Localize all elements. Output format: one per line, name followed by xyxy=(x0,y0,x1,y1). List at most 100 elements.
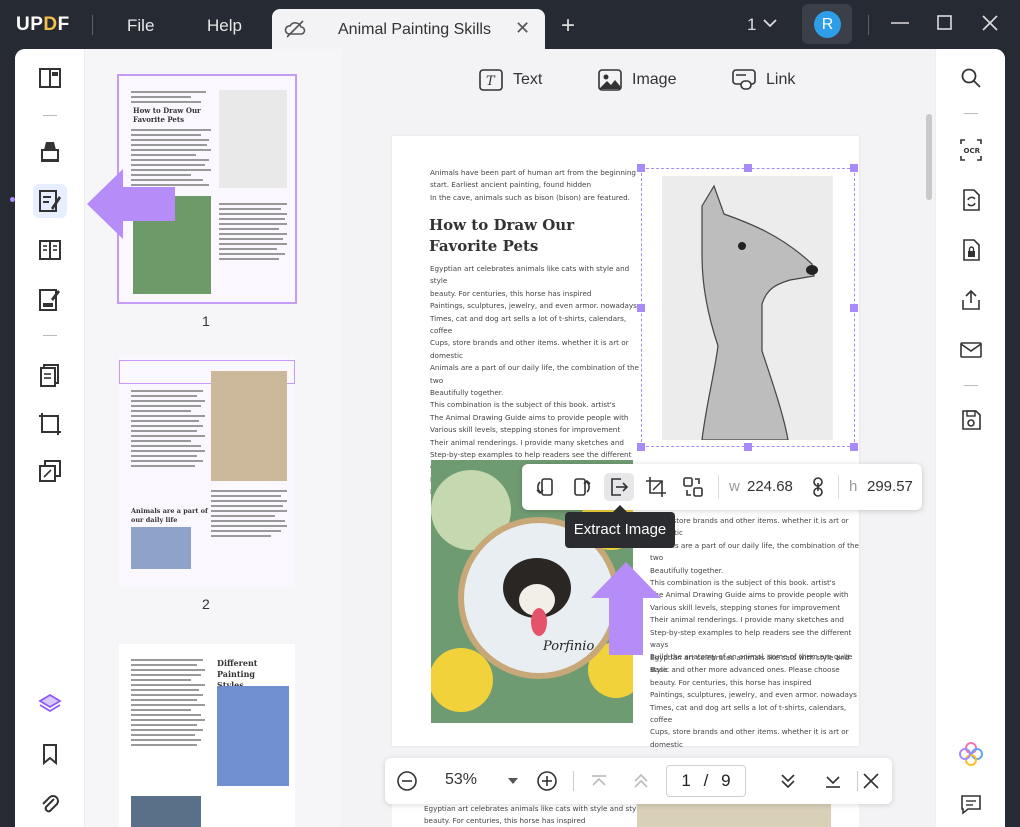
ai-assistant-button[interactable] xyxy=(958,741,984,767)
resize-handle[interactable] xyxy=(637,443,645,451)
edit-pdf-button[interactable] xyxy=(33,184,67,218)
crop-icon xyxy=(39,413,61,435)
current-page: 1 xyxy=(681,771,691,790)
add-text-tool[interactable]: T Text xyxy=(479,69,542,91)
account-button[interactable]: R xyxy=(802,4,852,44)
close-tab-icon[interactable]: ✕ xyxy=(515,18,530,39)
rotate-right-icon xyxy=(574,478,591,496)
search-button[interactable] xyxy=(958,65,984,91)
rotate-right-button[interactable] xyxy=(567,473,597,501)
new-tab-button[interactable]: + xyxy=(561,12,575,40)
lock-aspect-button[interactable] xyxy=(803,473,833,501)
maximize-icon[interactable] xyxy=(936,12,954,41)
save-button[interactable] xyxy=(958,407,984,433)
page-heading[interactable]: How to Draw Our Favorite Pets xyxy=(429,215,629,257)
chevron-down-icon[interactable] xyxy=(762,14,778,37)
dog-sketch-image[interactable] xyxy=(662,176,833,441)
resize-handle[interactable] xyxy=(637,304,645,312)
reader-mode-button[interactable] xyxy=(33,61,67,95)
highlighter-icon xyxy=(41,142,59,162)
resize-handle[interactable] xyxy=(637,164,645,172)
add-link-tool[interactable]: Link xyxy=(732,69,795,91)
layers-button[interactable] xyxy=(33,687,67,721)
page-body-text-3[interactable]: Egyptian art celebrates animals like cat… xyxy=(650,652,860,751)
attachment-button[interactable] xyxy=(33,787,67,821)
resize-handle[interactable] xyxy=(850,304,858,312)
link-tool-label: Link xyxy=(766,71,796,88)
zoom-in-button[interactable] xyxy=(535,769,559,793)
replace-image-button[interactable] xyxy=(678,473,708,501)
divider xyxy=(857,771,858,791)
ocr-button[interactable]: OCR xyxy=(958,137,984,163)
convert-button[interactable] xyxy=(33,358,67,392)
cloud-off-icon xyxy=(284,19,306,44)
first-page-button[interactable] xyxy=(587,769,611,793)
extract-icon xyxy=(611,478,629,496)
resize-handle[interactable] xyxy=(744,443,752,451)
next-page-text[interactable]: Egyptian art celebrates animals like cat… xyxy=(424,803,644,827)
resize-handle[interactable] xyxy=(850,164,858,172)
resize-handle[interactable] xyxy=(850,443,858,451)
crop-image-button[interactable] xyxy=(641,473,671,501)
close-navigation-button[interactable] xyxy=(859,769,883,793)
page-thumbnail-3[interactable]: Different Painting Styles xyxy=(119,644,295,827)
organize-pages-button[interactable] xyxy=(33,233,67,267)
convert-pdf-button[interactable] xyxy=(958,187,984,213)
divider xyxy=(838,475,839,499)
share-icon xyxy=(962,289,980,310)
extract-image-button[interactable] xyxy=(604,473,634,501)
menu-help[interactable]: Help xyxy=(207,16,242,36)
next-page-button[interactable] xyxy=(776,769,800,793)
arrow-left-icon xyxy=(87,169,175,239)
svg-text:OCR: OCR xyxy=(964,147,981,155)
page-tools-button[interactable] xyxy=(33,454,67,488)
vertical-scrollbar[interactable] xyxy=(926,114,932,200)
fill-sign-button[interactable] xyxy=(33,283,67,317)
zoom-out-button[interactable] xyxy=(395,769,419,793)
ai-flower-icon xyxy=(959,742,983,766)
close-window-icon[interactable] xyxy=(980,12,1000,41)
add-image-tool[interactable]: Image xyxy=(598,69,676,91)
bookmark-button[interactable] xyxy=(33,737,67,771)
thumbnail-panel: How to Draw Our Favorite Pets 1 Animals … xyxy=(85,49,341,827)
comments-panel-button[interactable] xyxy=(958,791,984,817)
crop-button[interactable] xyxy=(33,407,67,441)
rotate-left-button[interactable] xyxy=(530,473,560,501)
comment-button[interactable] xyxy=(33,134,67,168)
window-count[interactable]: 1 xyxy=(747,15,756,35)
edit-document-icon xyxy=(39,190,61,212)
form-icon xyxy=(39,289,60,311)
copy-pages-icon xyxy=(39,460,61,482)
right-toolbar: OCR xyxy=(935,49,1005,827)
width-input[interactable]: 224.68 xyxy=(747,478,793,495)
updf-logo[interactable]: UPDF xyxy=(16,14,70,36)
zoom-dropdown[interactable] xyxy=(501,769,525,793)
thumb-watercolor-image xyxy=(217,686,289,786)
avatar: R xyxy=(814,11,841,38)
resize-handle[interactable] xyxy=(744,164,752,172)
menu-file[interactable]: File xyxy=(127,16,154,36)
page-number-input[interactable]: 1 / 9 xyxy=(666,765,746,797)
document-tab[interactable]: Animal Painting Skills ✕ xyxy=(272,9,545,50)
next-page-image[interactable] xyxy=(637,803,831,827)
thumb-dog-sketch xyxy=(219,90,287,188)
height-input[interactable]: 299.57 xyxy=(867,478,913,495)
last-page-icon xyxy=(826,776,840,788)
double-chevron-up-icon xyxy=(634,773,648,788)
title-bar: UPDF File Help Animal Painting Skills ✕ … xyxy=(0,0,1020,50)
text-tool-label: Text xyxy=(513,71,543,88)
page-intro-text[interactable]: Animals have been part of human art from… xyxy=(430,167,640,204)
thumb-heading: Animals are a part of our daily life xyxy=(131,507,208,524)
minimize-icon[interactable] xyxy=(890,12,910,41)
previous-page-button[interactable] xyxy=(629,769,653,793)
share-button[interactable] xyxy=(958,287,984,313)
image-edit-toolbar: w 224.68 h 299.57 xyxy=(522,464,922,510)
zoom-level[interactable]: 53% xyxy=(445,771,477,789)
thumb-title: How to Draw Our Favorite Pets xyxy=(133,106,201,124)
page-thumbnail-2[interactable]: Animals are a part of our daily life xyxy=(119,355,295,587)
bookmark-icon xyxy=(43,744,57,766)
last-page-button[interactable] xyxy=(821,769,845,793)
protect-button[interactable] xyxy=(958,237,984,263)
paperclip-icon xyxy=(42,795,59,813)
email-button[interactable] xyxy=(958,337,984,363)
